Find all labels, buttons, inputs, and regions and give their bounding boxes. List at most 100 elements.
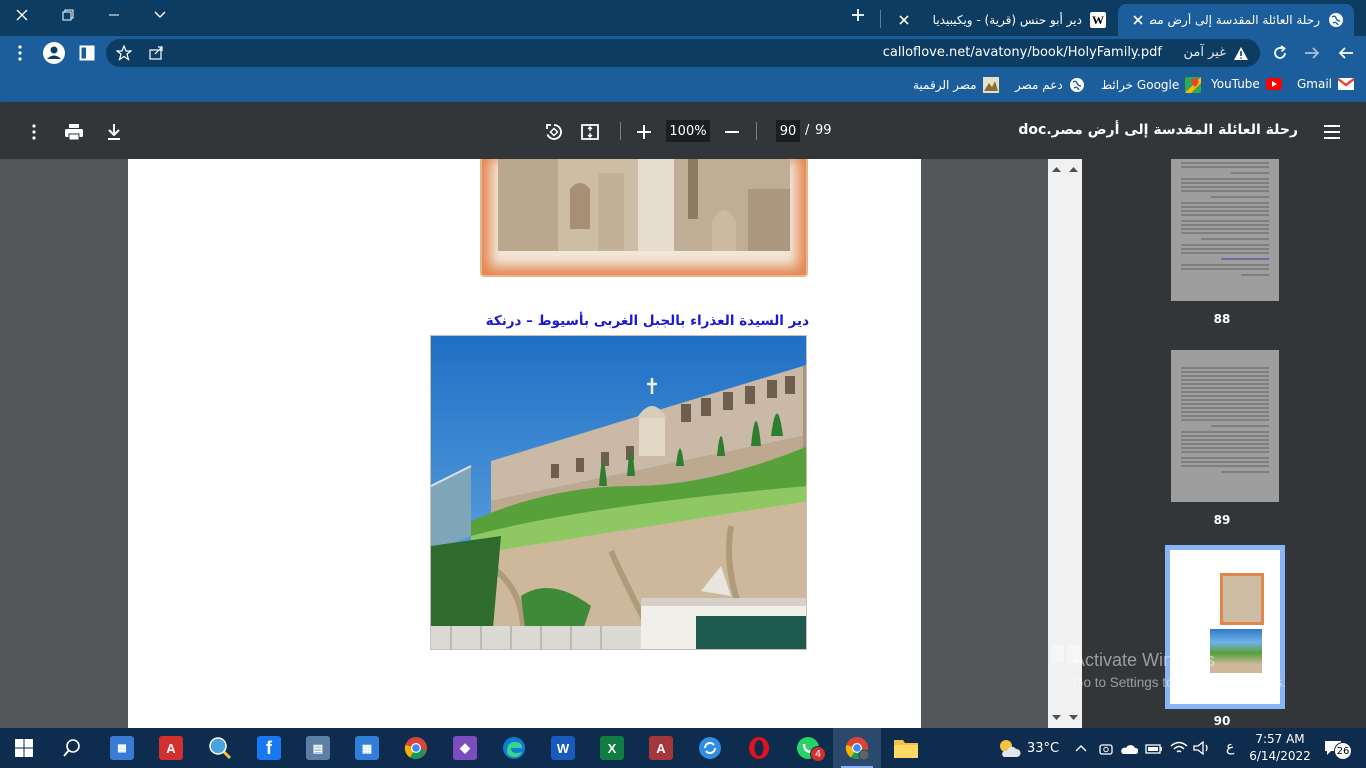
forward-button[interactable] (1300, 41, 1324, 65)
weather-icon[interactable] (997, 738, 1021, 758)
volume-icon[interactable] (1193, 741, 1211, 755)
word-icon: W (551, 736, 575, 760)
bookmark-label: YouTube (1211, 77, 1260, 91)
taskbar-app-whatsapp[interactable]: 4 (784, 728, 832, 768)
gmail-icon (1338, 78, 1355, 90)
church-image-frame (480, 159, 808, 277)
taskbar-app-screen[interactable]: ▦ (98, 728, 146, 768)
scroll-up-icon[interactable] (1065, 161, 1082, 178)
scroll-down-icon[interactable] (1065, 709, 1082, 726)
vertical-scrollbar[interactable] (1048, 159, 1082, 728)
scroll-track-left[interactable] (1048, 159, 1065, 728)
taskbar-app-file-explorer[interactable] (882, 728, 930, 768)
zoom-level-field[interactable]: 100% (666, 120, 710, 142)
chevron-down-icon (154, 11, 166, 18)
taskbar-app-chrome[interactable] (392, 728, 440, 768)
new-tab-button[interactable] (836, 0, 880, 30)
thumbnail-page-89[interactable] (1171, 350, 1279, 502)
share-icon[interactable] (146, 43, 166, 63)
start-button[interactable] (0, 728, 48, 768)
taskbar-app-access[interactable]: A (637, 728, 685, 768)
bookmark-star-icon[interactable] (114, 43, 134, 63)
thumbnail-label: 89 (1213, 513, 1231, 527)
security-status[interactable]: غير آمن (1184, 45, 1227, 60)
bookmark-youtube[interactable]: YouTube (1211, 77, 1282, 91)
digital-egypt-icon (982, 77, 999, 93)
watermark-subtitle: Go to Settings to activate Windows. (1073, 675, 1287, 690)
taskbar-app-magnifier[interactable] (196, 728, 244, 768)
input-language[interactable]: ع (1226, 739, 1234, 755)
tab-search-button[interactable] (138, 0, 182, 30)
windows-taskbar: ▦ A f ▤ ▦ ◆ W X A 4 33°C ع 7:57 AM 6/14/… (0, 728, 1366, 768)
profile-button[interactable] (42, 41, 66, 65)
bookmarks-bar: مصر الرقمية دعم مصر خرائط Google YouTube… (0, 70, 1366, 102)
pdf-viewer[interactable]: دير السيدة العذراء بالجبل الغربى بأسيوط … (0, 159, 1048, 728)
wikipedia-icon: W (1090, 12, 1106, 28)
close-window-button[interactable] (0, 0, 44, 30)
omnibox[interactable]: calloflove.net/avatony/book/HolyFamily.p… (106, 39, 1260, 67)
taskbar-app-sync[interactable] (686, 728, 734, 768)
scroll-track-right[interactable] (1065, 159, 1082, 728)
fit-page-icon (581, 124, 599, 140)
camera-icon[interactable] (1099, 742, 1113, 756)
thumbnail-page-88[interactable] (1171, 159, 1279, 301)
back-button[interactable] (1334, 41, 1358, 65)
onedrive-icon[interactable] (1120, 743, 1138, 755)
divider (620, 122, 621, 140)
maps-icon (1185, 77, 1202, 93)
whatsapp-badge: 4 (810, 746, 826, 762)
thumbnail-label: 88 (1213, 312, 1231, 326)
globe-icon (1069, 78, 1084, 92)
bookmark-gmail[interactable]: Gmail (1297, 77, 1355, 91)
reload-button[interactable] (1268, 41, 1292, 65)
taskbar-app-chrome-active[interactable] (833, 728, 881, 768)
bookmark-google-maps[interactable]: خرائط Google (1101, 77, 1202, 93)
magnifier-icon (209, 737, 232, 760)
clock[interactable]: 7:57 AM 6/14/2022 (1244, 731, 1316, 765)
zoom-out-button[interactable] (720, 120, 744, 144)
page-number-input[interactable]: 90 (776, 120, 800, 142)
bookmark-support-egypt[interactable]: دعم مصر (1015, 77, 1085, 93)
taskbar-app-word[interactable]: W (539, 728, 587, 768)
taskbar-app-calculator[interactable]: ▤ (294, 728, 342, 768)
taskbar-app-opera[interactable] (735, 728, 783, 768)
plus-icon (637, 125, 651, 139)
fit-page-button[interactable] (578, 120, 602, 144)
bookmark-digital-egypt[interactable]: مصر الرقمية (913, 77, 999, 93)
search-button[interactable] (48, 728, 96, 768)
taskbar-app-acrobat[interactable]: A (147, 728, 195, 768)
taskbar-app-calendar[interactable]: ▦ (343, 728, 391, 768)
temperature[interactable]: 33°C (1027, 741, 1059, 756)
warning-icon[interactable] (1232, 44, 1250, 62)
sidebar-toggle-button[interactable] (1320, 120, 1344, 144)
chevron-up-icon[interactable] (1075, 744, 1087, 752)
tab-holy-family-pdf[interactable]: رحلة العائلة المقدسة إلى أرض مصر (1118, 4, 1354, 36)
taskbar-app-visual-studio[interactable]: ◆ (441, 728, 489, 768)
side-panel-button[interactable] (75, 41, 99, 65)
monastery-illustration (431, 336, 806, 649)
close-tab-icon[interactable] (1128, 10, 1148, 30)
print-button[interactable] (62, 120, 86, 144)
taskbar-app-facebook[interactable]: f (245, 728, 293, 768)
rotate-button[interactable] (542, 120, 566, 144)
clock-time: 7:57 AM (1255, 732, 1305, 746)
tab-wikipedia[interactable]: W دير أبو حنس (قرية) - ويكيبيديا (884, 4, 1116, 36)
taskbar-app-edge[interactable] (490, 728, 538, 768)
battery-icon[interactable] (1145, 743, 1163, 755)
zoom-in-button[interactable] (632, 120, 656, 144)
download-button[interactable] (102, 120, 126, 144)
menu-button[interactable] (8, 41, 32, 65)
pdf-more-button[interactable] (22, 120, 46, 144)
minimize-window-button[interactable] (92, 0, 136, 30)
scroll-down-icon[interactable] (1048, 709, 1065, 726)
page-separator: / (805, 123, 810, 138)
print-icon (65, 124, 83, 140)
notifications-button[interactable]: 26 (1322, 738, 1352, 760)
notification-count: 26 (1334, 742, 1352, 760)
bookmark-label: دعم مصر (1015, 78, 1063, 92)
taskbar-app-excel[interactable]: X (588, 728, 636, 768)
restore-window-button[interactable] (46, 0, 90, 30)
wifi-icon[interactable] (1170, 741, 1188, 755)
scroll-up-icon[interactable] (1048, 161, 1065, 178)
close-tab-icon[interactable] (894, 10, 914, 30)
